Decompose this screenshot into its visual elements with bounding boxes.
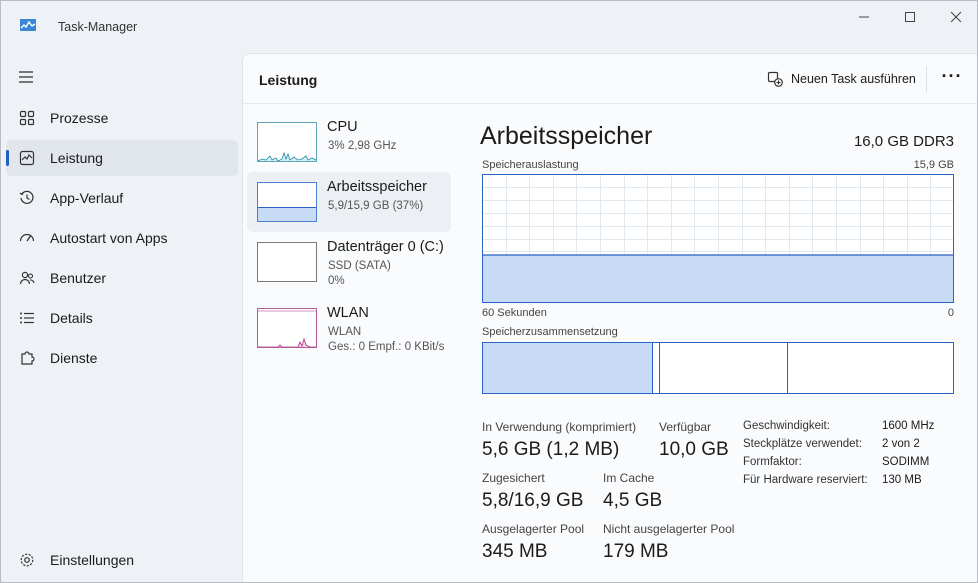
prop-value-slots: 2 von 2 bbox=[882, 438, 920, 450]
title-bar: Task-Manager bbox=[1, 1, 977, 53]
puzzle-icon bbox=[18, 349, 36, 367]
composition-standby bbox=[787, 343, 788, 393]
resource-sub: 3% 2,98 GHz bbox=[328, 140, 397, 152]
resource-name: WLAN bbox=[327, 305, 369, 321]
close-icon bbox=[950, 11, 962, 23]
prop-value-hw-reserved: 130 MB bbox=[882, 474, 922, 486]
stat-label-cached: Im Cache bbox=[603, 471, 655, 485]
time-label: 60 Sekunden bbox=[482, 307, 547, 319]
detail-title: Arbeitsspeicher bbox=[480, 122, 653, 150]
sidebar-item-label: Dienste bbox=[50, 350, 98, 366]
stat-value-nonpaged-pool: 179 MB bbox=[603, 541, 669, 562]
usage-label: Speicherauslastung bbox=[482, 159, 579, 171]
disk-thumbnail bbox=[257, 242, 317, 282]
sidebar-item-leistung[interactable]: Leistung bbox=[6, 140, 238, 176]
new-task-icon bbox=[767, 71, 783, 87]
new-task-label: Neuen Task ausführen bbox=[791, 72, 916, 86]
minimize-button[interactable] bbox=[841, 5, 887, 29]
performance-icon bbox=[18, 149, 36, 167]
more-icon: ··· bbox=[941, 66, 963, 86]
cpu-thumbnail bbox=[257, 122, 317, 162]
close-button[interactable] bbox=[933, 5, 977, 29]
maximize-icon bbox=[905, 12, 915, 22]
memory-usage-chart bbox=[482, 174, 954, 303]
memory-composition-bar bbox=[482, 342, 954, 394]
prop-label-speed: Geschwindigkeit: bbox=[743, 420, 830, 432]
minimize-icon bbox=[859, 16, 869, 18]
sidebar-item-label: Prozesse bbox=[50, 110, 109, 126]
sidebar-item-label: Details bbox=[50, 310, 93, 326]
resource-sub: SSD (SATA) bbox=[328, 260, 391, 272]
stat-label-available: Verfügbar bbox=[659, 420, 712, 434]
main-header: Leistung Neuen Task ausführen ··· bbox=[243, 54, 977, 104]
prop-value-speed: 1600 MHz bbox=[882, 420, 935, 432]
sidebar-item-label: App-Verlauf bbox=[50, 190, 124, 206]
task-manager-window: Task-Manager Prozesse Leistung App-Verla bbox=[0, 0, 978, 583]
hamburger-menu-icon[interactable] bbox=[18, 70, 34, 84]
sidebar-item-benutzer[interactable]: Benutzer bbox=[6, 260, 238, 296]
prop-label-form-factor: Formfaktor: bbox=[743, 456, 802, 468]
prop-label-hw-reserved: Für Hardware reserviert: bbox=[743, 474, 868, 486]
memory-usage-area bbox=[483, 255, 953, 302]
sidebar-item-label: Autostart von Apps bbox=[50, 230, 168, 246]
new-task-button[interactable]: Neuen Task ausführen bbox=[767, 68, 916, 90]
resource-sub: 5,9/15,9 GB (37%) bbox=[328, 200, 424, 212]
task-manager-app-icon bbox=[20, 19, 36, 31]
stat-label-committed: Zugesichert bbox=[482, 471, 545, 485]
composition-modified bbox=[659, 343, 660, 393]
resource-item-memory[interactable]: Arbeitsspeicher 5,9/15,9 GB (37%) bbox=[247, 172, 451, 232]
resource-name: CPU bbox=[327, 119, 358, 135]
resource-sub: 0% bbox=[328, 275, 345, 287]
sidebar-item-label: Leistung bbox=[50, 150, 103, 166]
main-panel: Leistung Neuen Task ausführen ··· CPU 3%… bbox=[242, 53, 977, 582]
stat-value-committed: 5,8/16,9 GB bbox=[482, 490, 584, 511]
sidebar-item-dienste[interactable]: Dienste bbox=[6, 340, 238, 376]
prop-value-form-factor: SODIMM bbox=[882, 456, 930, 468]
speedometer-icon bbox=[18, 229, 36, 247]
resource-sub: WLAN bbox=[328, 326, 362, 338]
memory-spec: 16,0 GB DDR3 bbox=[853, 133, 954, 150]
stat-value-cached: 4,5 GB bbox=[603, 490, 663, 511]
composition-in-use bbox=[483, 343, 653, 393]
stat-label-paged-pool: Ausgelagerter Pool bbox=[482, 522, 585, 536]
users-icon bbox=[18, 269, 36, 287]
sidebar-item-einstellungen[interactable]: Einstellungen bbox=[6, 542, 238, 578]
grid-icon bbox=[18, 109, 36, 127]
stat-label-in-use: In Verwendung (komprimiert) bbox=[482, 420, 637, 434]
page-title: Leistung bbox=[259, 72, 318, 88]
more-options-button[interactable]: ··· bbox=[940, 67, 964, 91]
list-icon bbox=[18, 309, 36, 327]
sidebar-item-app-verlauf[interactable]: App-Verlauf bbox=[6, 180, 238, 216]
settings-label: Einstellungen bbox=[50, 552, 135, 568]
prop-label-slots: Steckplätze verwendet: bbox=[743, 438, 862, 450]
stat-value-in-use: 5,6 GB (1,2 MB) bbox=[482, 439, 620, 460]
memory-thumbnail bbox=[257, 182, 317, 222]
stat-value-paged-pool: 345 MB bbox=[482, 541, 548, 562]
header-separator bbox=[926, 66, 927, 92]
stat-label-nonpaged-pool: Nicht ausgelagerter Pool bbox=[603, 522, 735, 536]
stat-value-available: 10,0 GB bbox=[659, 439, 729, 460]
resource-item-cpu[interactable]: CPU 3% 2,98 GHz bbox=[247, 112, 451, 172]
sidebar-item-autostart[interactable]: Autostart von Apps bbox=[6, 220, 238, 256]
sidebar-item-label: Benutzer bbox=[50, 270, 107, 286]
usage-max: 15,9 GB bbox=[913, 159, 954, 171]
composition-label: Speicherzusammensetzung bbox=[482, 326, 618, 338]
resource-sub: Ges.: 0 Empf.: 0 KBit/s bbox=[328, 341, 445, 353]
wlan-thumbnail bbox=[257, 308, 317, 348]
history-icon bbox=[18, 189, 36, 207]
resource-item-wlan[interactable]: WLAN WLAN Ges.: 0 Empf.: 0 KBit/s bbox=[247, 298, 451, 358]
gear-icon bbox=[18, 551, 36, 569]
resource-name: Arbeitsspeicher bbox=[327, 179, 427, 195]
resource-item-disk[interactable]: Datenträger 0 (C:) SSD (SATA) 0% bbox=[247, 232, 451, 292]
time-end: 0 bbox=[947, 307, 954, 319]
resource-name: Datenträger 0 (C:) bbox=[327, 239, 444, 255]
window-title: Task-Manager bbox=[58, 20, 138, 34]
maximize-button[interactable] bbox=[887, 5, 933, 29]
sidebar-item-prozesse[interactable]: Prozesse bbox=[6, 100, 238, 136]
sidebar-item-details[interactable]: Details bbox=[6, 300, 238, 336]
